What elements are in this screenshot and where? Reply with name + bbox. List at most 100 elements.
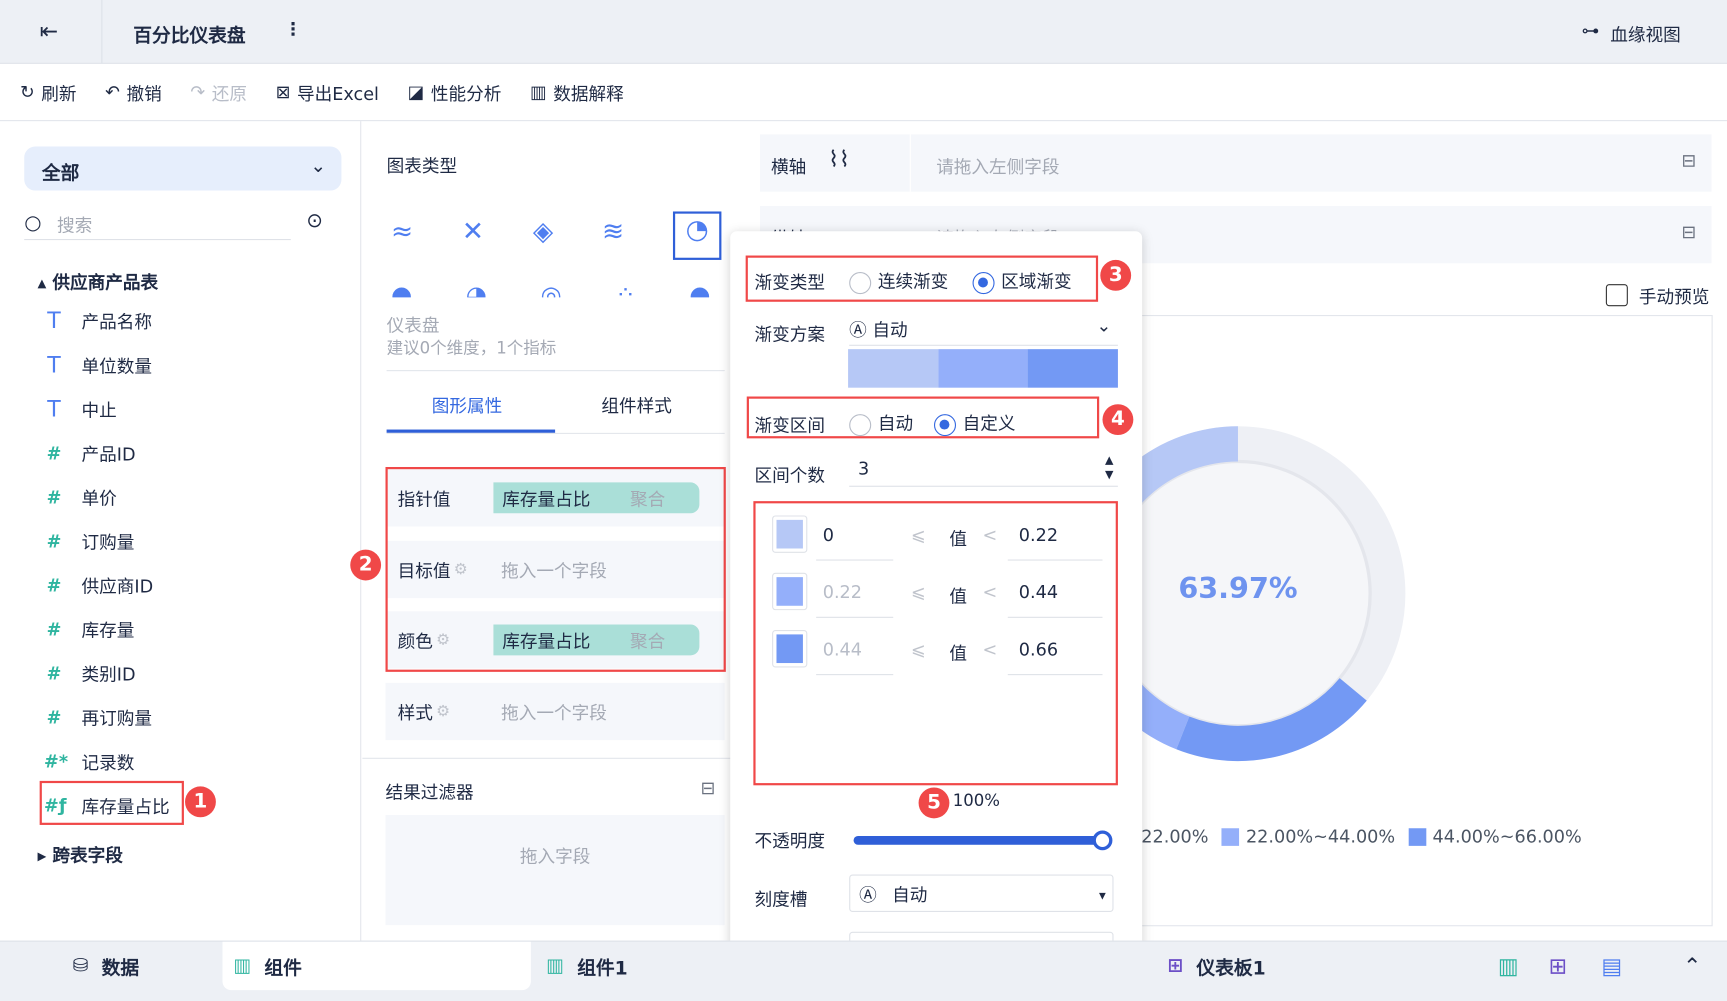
- cross-line-icon[interactable]: ✕: [462, 216, 484, 260]
- page-title: 百分比仪表盘: [133, 25, 246, 48]
- collapse-icon[interactable]: ⌃: [1683, 953, 1701, 979]
- badge-5: 5: [918, 787, 950, 819]
- field-item[interactable]: #* 记录数: [44, 748, 134, 774]
- back-icon[interactable]: ⇤: [40, 18, 58, 44]
- field-item[interactable]: # 类别ID: [44, 660, 136, 686]
- lineage-icon: ⊶: [1581, 19, 1600, 41]
- filter-icon[interactable]: ⊟: [700, 778, 715, 799]
- highlight-5: [753, 501, 1118, 786]
- cross-table-node[interactable]: ▸ 跨表字段: [37, 840, 122, 866]
- text-field-icon: T: [47, 395, 61, 422]
- text-field-icon: T: [47, 307, 61, 334]
- chart-hint: 建议0个维度，1个指标: [386, 338, 557, 358]
- line-chart-icon[interactable]: ≈: [391, 216, 413, 260]
- count-stepper[interactable]: 3 ▲ ▼: [849, 454, 1118, 487]
- more-icon[interactable]: ⋮: [284, 19, 302, 40]
- legend-item[interactable]: 44.00%~66.00%: [1408, 826, 1582, 847]
- slider-handle[interactable]: [1092, 830, 1113, 851]
- search-icon: ○: [24, 211, 42, 235]
- highlight-1: [39, 780, 184, 825]
- legend-swatch: [1408, 827, 1426, 846]
- ring-icon[interactable]: ◎: [541, 282, 562, 297]
- filter-icon[interactable]: ⊟: [1681, 221, 1696, 242]
- highlight-3: [745, 255, 1099, 302]
- pie-icon[interactable]: ●: [391, 282, 412, 297]
- search-input[interactable]: ○ 搜索: [24, 207, 291, 241]
- badge-4: 4: [1102, 404, 1134, 436]
- field-item[interactable]: # 订购量: [44, 528, 135, 554]
- field-item[interactable]: T 中止: [44, 395, 117, 421]
- gear-icon[interactable]: ⚙: [436, 703, 450, 721]
- field-item[interactable]: # 再订购量: [44, 704, 152, 730]
- auto-icon: Ⓐ: [849, 319, 867, 341]
- redo-button[interactable]: ↷ 还原: [190, 79, 247, 105]
- scheme-select[interactable]: Ⓐ 自动 ⌄: [849, 315, 1118, 346]
- more-options-icon[interactable]: ⊙: [306, 209, 323, 232]
- opacity-value: 100%: [952, 790, 1000, 811]
- chart-type-grid: ≈ ✕ ◈ ≋ ◔: [391, 211, 722, 260]
- number-field-icon: #: [46, 618, 62, 640]
- field-item[interactable]: # 单价: [44, 484, 117, 510]
- number-field-icon: #: [46, 486, 62, 508]
- highlight-2: [385, 466, 726, 672]
- add-dashboard-icon[interactable]: ⊞: [1549, 953, 1567, 979]
- refresh-button[interactable]: ↻ 刷新: [20, 79, 77, 105]
- add-report-icon[interactable]: ▤: [1601, 953, 1622, 979]
- chevron-down-icon: ⌄: [310, 155, 327, 178]
- scheme-swatch: [848, 349, 1118, 388]
- performance-icon: ◪: [407, 81, 425, 103]
- x-axis-row[interactable]: 横轴 ⌇⌇ 请拖入左侧字段 ⊟: [759, 134, 1712, 192]
- legend-item[interactable]: 22.00%~44.00%: [1221, 826, 1395, 847]
- filter-icon[interactable]: ⊟: [1681, 150, 1696, 171]
- tab-component1[interactable]: ▥ 组件1: [546, 942, 627, 990]
- radar-chart-icon[interactable]: ◈: [533, 216, 553, 260]
- badge-2: 2: [350, 549, 382, 581]
- add-component-icon[interactable]: ▥: [1498, 953, 1519, 979]
- rose-icon[interactable]: ◕: [466, 282, 487, 297]
- toolbar: ↻ 刷新 ↶ 撤销 ↷ 还原 ⊠ 导出Excel ◪ 性能分析 ▥ 数据解释: [0, 63, 1727, 122]
- area-chart-icon[interactable]: ≋: [602, 216, 624, 260]
- stepper-arrows-icon[interactable]: ▲ ▼: [1105, 454, 1113, 483]
- field-item[interactable]: # 供应商ID: [44, 572, 154, 598]
- tab-data[interactable]: ⛁ 数据: [73, 942, 139, 990]
- chart-icon: ▥: [546, 954, 564, 977]
- tab-graphic-props[interactable]: 图形属性: [432, 391, 503, 417]
- badge-3: 3: [1100, 259, 1132, 291]
- tab-component-style[interactable]: 组件样式: [601, 391, 672, 417]
- tick-slot-select[interactable]: Ⓐ 自动 ▼: [849, 874, 1114, 912]
- number-field-icon: #: [46, 530, 62, 552]
- number-field-icon: #: [46, 574, 62, 596]
- highlight-4: [746, 396, 1100, 439]
- field-item[interactable]: # 产品ID: [44, 439, 136, 465]
- scatter-icon[interactable]: ⁘: [615, 282, 635, 297]
- undo-button[interactable]: ↶ 撤销: [105, 79, 162, 105]
- swatch-segment: [848, 349, 939, 388]
- dropdown-icon: ▼: [1099, 891, 1106, 901]
- explain-icon: ▥: [529, 81, 547, 103]
- bubble-icon[interactable]: ●: [689, 282, 710, 297]
- manual-preview-checkbox[interactable]: 手动预览: [1605, 282, 1709, 308]
- scope-select[interactable]: 全部 ⌄: [24, 146, 342, 191]
- gauge-chart-icon[interactable]: ◔: [672, 211, 722, 260]
- table-node[interactable]: ▴ 供应商产品表: [37, 268, 158, 294]
- result-filter-title: 结果过滤器: [385, 781, 474, 803]
- export-excel-button[interactable]: ⊠ 导出Excel: [276, 79, 379, 105]
- swatch-segment: [938, 349, 1028, 388]
- explain-button[interactable]: ▥ 数据解释: [530, 79, 624, 105]
- field-item[interactable]: # 库存量: [44, 616, 135, 642]
- tab-dashboard1[interactable]: ⊞ 仪表板1: [1167, 942, 1265, 990]
- style-slot[interactable]: 样式 ⚙ 拖入一个字段: [385, 682, 725, 741]
- number-field-icon: #: [46, 662, 62, 684]
- filter-drop-zone[interactable]: 拖入字段: [385, 815, 725, 926]
- chart-icon: ▥: [233, 954, 252, 977]
- axis-type-icon[interactable]: ⌇⌇: [828, 145, 850, 171]
- performance-button[interactable]: ◪ 性能分析: [408, 79, 502, 105]
- opacity-slider[interactable]: [853, 830, 1113, 851]
- field-item[interactable]: T 单位数量: [44, 351, 152, 377]
- chevron-down-icon: ⌄: [1096, 315, 1112, 336]
- number-field-icon: #: [46, 442, 62, 464]
- lineage-button[interactable]: ⊶ 血缘视图: [1582, 20, 1681, 46]
- undo-icon: ↶: [105, 81, 120, 103]
- tab-component[interactable]: ▥ 组件: [222, 941, 531, 991]
- field-item[interactable]: T 产品名称: [44, 307, 152, 333]
